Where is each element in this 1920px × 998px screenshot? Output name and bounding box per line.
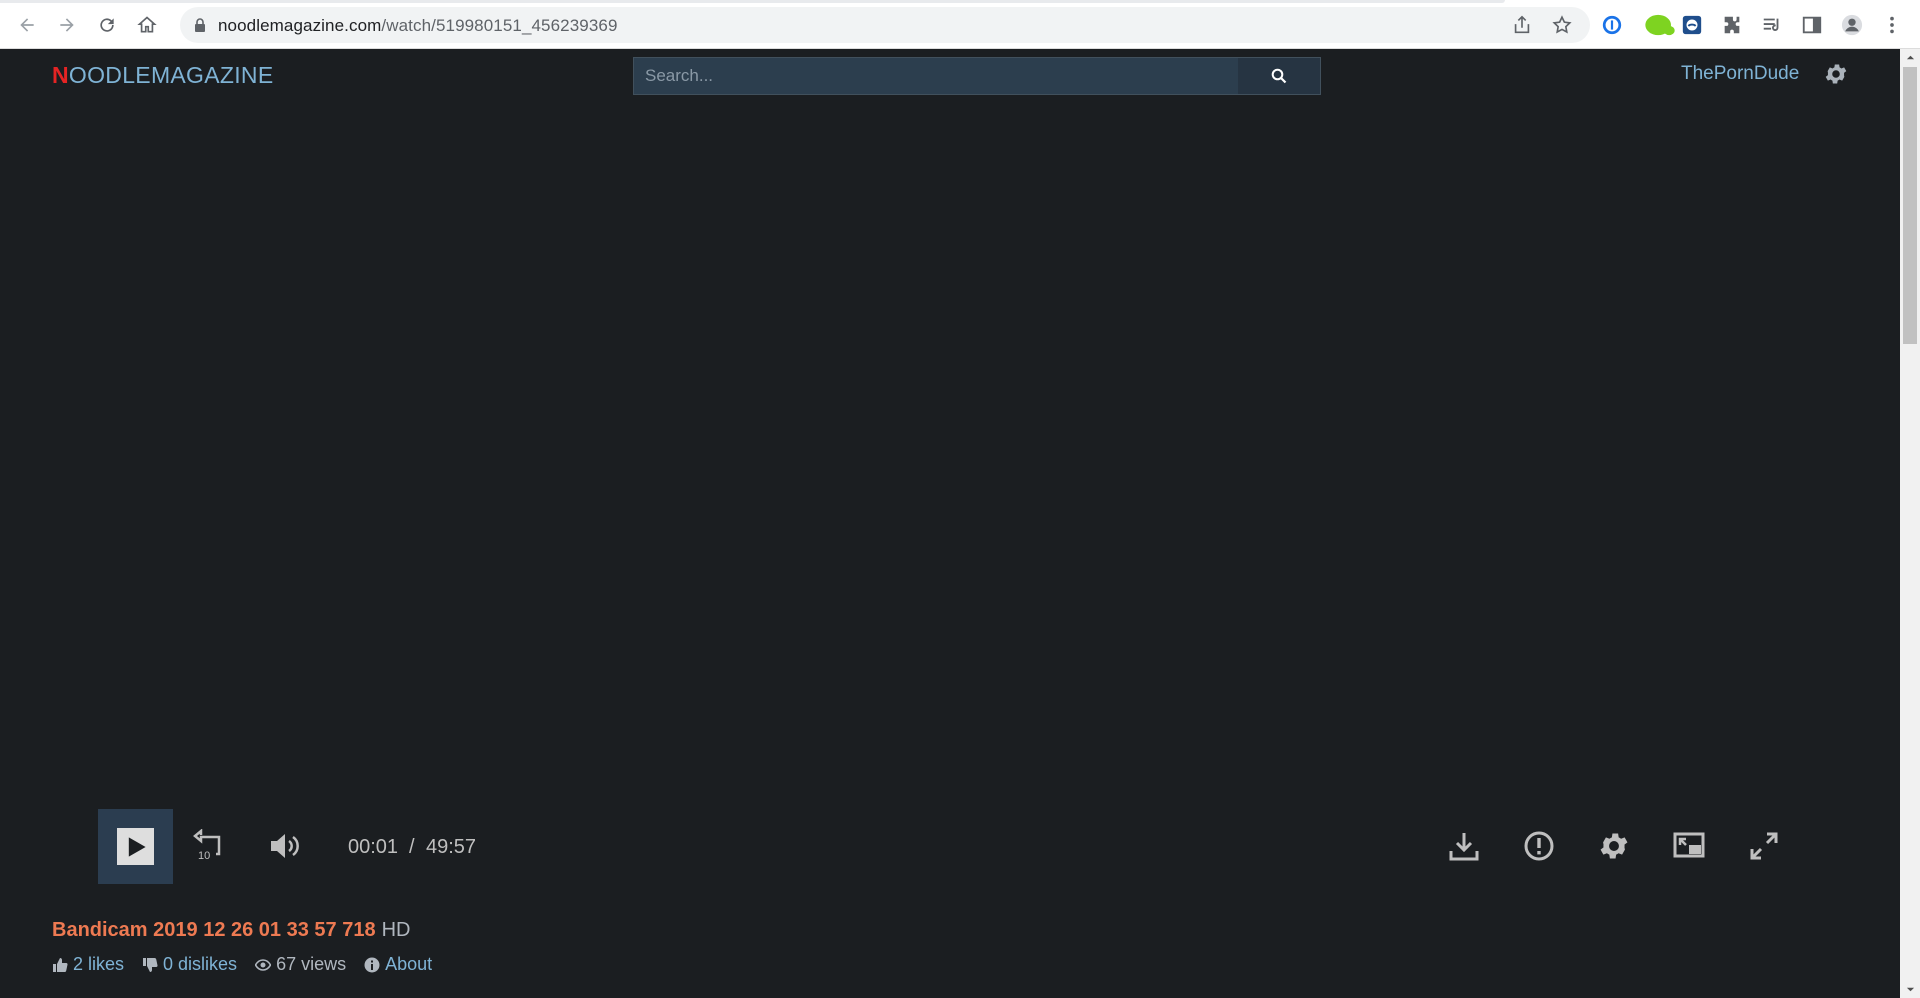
search-button[interactable] [1238,58,1320,94]
report-button[interactable] [1520,827,1558,865]
dislikes-count[interactable]: 0 dislikes [163,954,237,975]
side-panel-icon[interactable] [1800,13,1824,37]
rewind-10-icon: 10 [193,829,221,862]
url-domain: noodlemagazine.com [218,16,382,35]
dislikes-item[interactable]: 0 dislikes [142,954,237,975]
about-item[interactable]: About [364,954,432,975]
about-link[interactable]: About [385,954,432,975]
media-queue-icon[interactable] [1760,13,1784,37]
likes-count[interactable]: 2 likes [73,954,124,975]
fullscreen-icon [1750,832,1778,860]
video-player-controls: 10 00:01 / 49:57 [0,805,1900,905]
lock-icon[interactable] [192,17,208,33]
site-page: NOODLEMAGAZINE ThePornDude 10 [0,49,1900,998]
page-scrollbar[interactable] [1900,49,1920,998]
tab-strip-edge [0,0,1505,3]
info-icon [364,957,380,972]
player-settings-button[interactable] [1595,827,1633,865]
gear-icon [1600,833,1628,859]
share-icon[interactable] [1510,13,1534,37]
views-count: 67 views [276,954,347,974]
address-bar[interactable]: noodlemagazine.com/watch/519980151_45623… [180,7,1590,43]
extensions-puzzle-icon[interactable] [1720,13,1744,37]
profile-avatar-icon[interactable] [1840,13,1864,37]
thumbs-up-icon [53,957,68,972]
reload-icon[interactable] [95,13,119,37]
likes-item[interactable]: 2 likes [52,954,124,975]
scroll-down-arrow-icon[interactable] [1900,981,1920,998]
rewind-10-button[interactable]: 10 [191,827,229,865]
scroll-up-arrow-icon[interactable] [1900,49,1920,66]
scrollbar-thumb[interactable] [1903,67,1917,344]
views-item: 67 views [255,954,346,975]
logo-first-letter: N [52,62,69,88]
url-path: /watch/519980151_456239369 [381,16,618,35]
url-text[interactable]: noodlemagazine.com/watch/519980151_45623… [218,16,618,36]
logo-rest: OODLEMAGAZINE [68,62,274,88]
site-logo[interactable]: NOODLEMAGAZINE [52,62,273,89]
partner-link[interactable]: ThePornDude [1681,63,1799,85]
chat-extension-icon[interactable] [1680,13,1704,37]
volume-icon [271,834,299,858]
password-manager-extension-icon[interactable] [1600,13,1624,37]
current-time: 00:01 [348,836,399,858]
download-icon [1449,833,1479,861]
forward-icon[interactable] [55,13,79,37]
picture-in-picture-icon [1673,832,1705,858]
picture-in-picture-button[interactable] [1670,827,1708,865]
browser-toolbar: noodlemagazine.com/watch/519980151_45623… [0,0,1920,49]
eye-icon [255,958,272,971]
search-input[interactable] [634,58,1238,94]
green-blob-extension-icon[interactable] [1642,13,1678,37]
volume-button[interactable] [266,827,304,865]
hd-badge: HD [381,919,411,941]
play-button[interactable] [98,809,173,884]
fullscreen-button[interactable] [1745,827,1783,865]
duration: 49:57 [426,836,477,858]
rewind-seconds-label: 10 [198,850,210,862]
video-meta: 2 likes 0 dislikes 67 views About [52,954,450,975]
video-title-row: Bandicam 2019 12 26 01 33 57 718 HD [52,919,410,942]
browser-menu-icon[interactable] [1880,13,1904,37]
search-icon [1271,68,1287,84]
back-icon[interactable] [15,13,39,37]
home-icon[interactable] [135,13,159,37]
search-bar [633,57,1321,95]
download-button[interactable] [1445,827,1483,865]
alert-icon [1524,831,1554,861]
settings-gear-icon[interactable] [1823,61,1849,87]
video-title[interactable]: Bandicam 2019 12 26 01 33 57 718 [52,919,376,941]
time-separator: / [409,836,415,858]
play-icon [117,828,154,865]
bookmark-star-icon[interactable] [1550,13,1574,37]
thumbs-down-icon [143,957,158,972]
